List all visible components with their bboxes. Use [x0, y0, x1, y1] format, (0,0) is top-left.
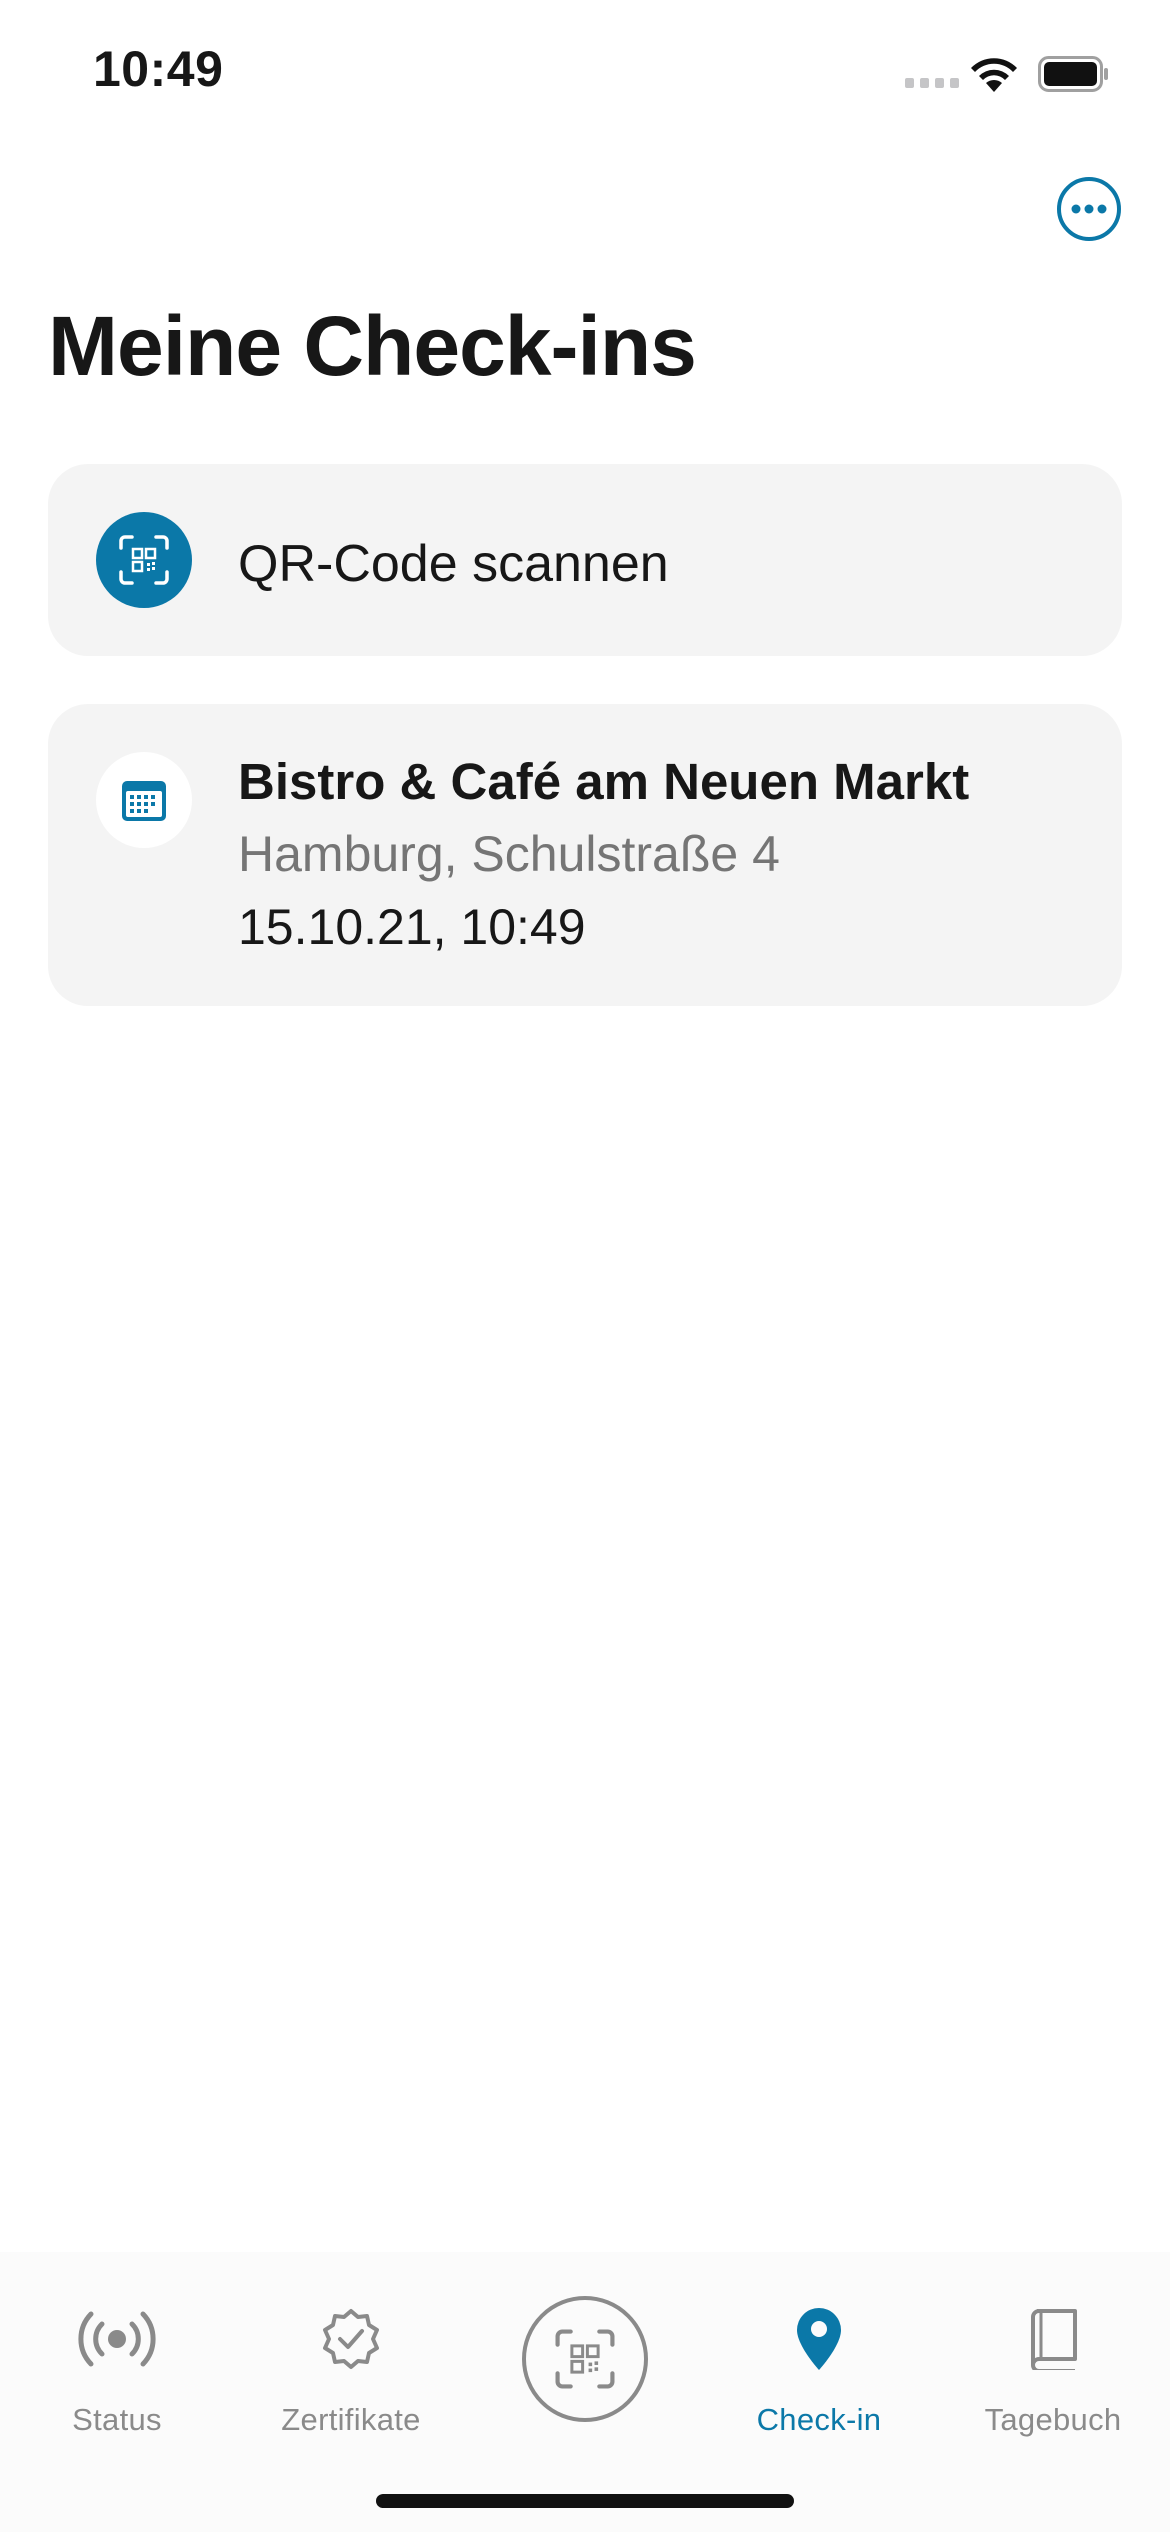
tab-status[interactable]: Status	[0, 2252, 234, 2452]
wifi-icon	[971, 58, 1017, 92]
home-indicator	[376, 2494, 794, 2508]
tab-status-label: Status	[72, 2402, 162, 2437]
checkin-list-item[interactable]: Bistro & Café am Neuen Markt Hamburg, Sc…	[48, 704, 1122, 1006]
tab-check-in-label: Check-in	[756, 2402, 882, 2437]
page-title: Meine Check-ins	[48, 299, 697, 393]
checkin-venue-address: Hamburg, Schulstraße 4	[238, 826, 780, 882]
tab-scan-button[interactable]	[522, 2296, 648, 2422]
battery-icon	[1038, 56, 1108, 92]
qr-code-scan-icon	[96, 512, 192, 608]
location-pin-icon	[702, 2304, 936, 2374]
checkin-venue-name: Bistro & Café am Neuen Markt	[238, 753, 970, 810]
tab-zertifikate[interactable]: Zertifikate	[234, 2252, 468, 2452]
status-bar: 10:49	[0, 0, 1170, 150]
status-time: 10:49	[93, 41, 224, 97]
tab-tagebuch[interactable]: Tagebuch	[936, 2252, 1170, 2452]
tab-check-in[interactable]: Check-in	[702, 2252, 936, 2452]
qr-code-scan-icon	[555, 2329, 615, 2389]
scan-qr-code-button[interactable]: QR-Code scannen	[48, 464, 1122, 656]
checkin-datetime: 15.10.21, 10:49	[238, 899, 586, 955]
tab-bar: Status Zertifikate Check-in Tagebuch	[0, 2252, 1170, 2532]
tab-tagebuch-label: Tagebuch	[984, 2402, 1122, 2437]
cellular-signal-icon	[905, 78, 959, 88]
ellipsis-circle-icon[interactable]	[1056, 176, 1122, 242]
broadcast-icon	[0, 2304, 234, 2374]
book-icon	[936, 2304, 1170, 2374]
tab-zertifikate-label: Zertifikate	[281, 2402, 421, 2437]
verified-badge-icon	[234, 2304, 468, 2374]
calendar-icon	[96, 752, 192, 848]
scan-qr-code-label: QR-Code scannen	[238, 535, 669, 593]
